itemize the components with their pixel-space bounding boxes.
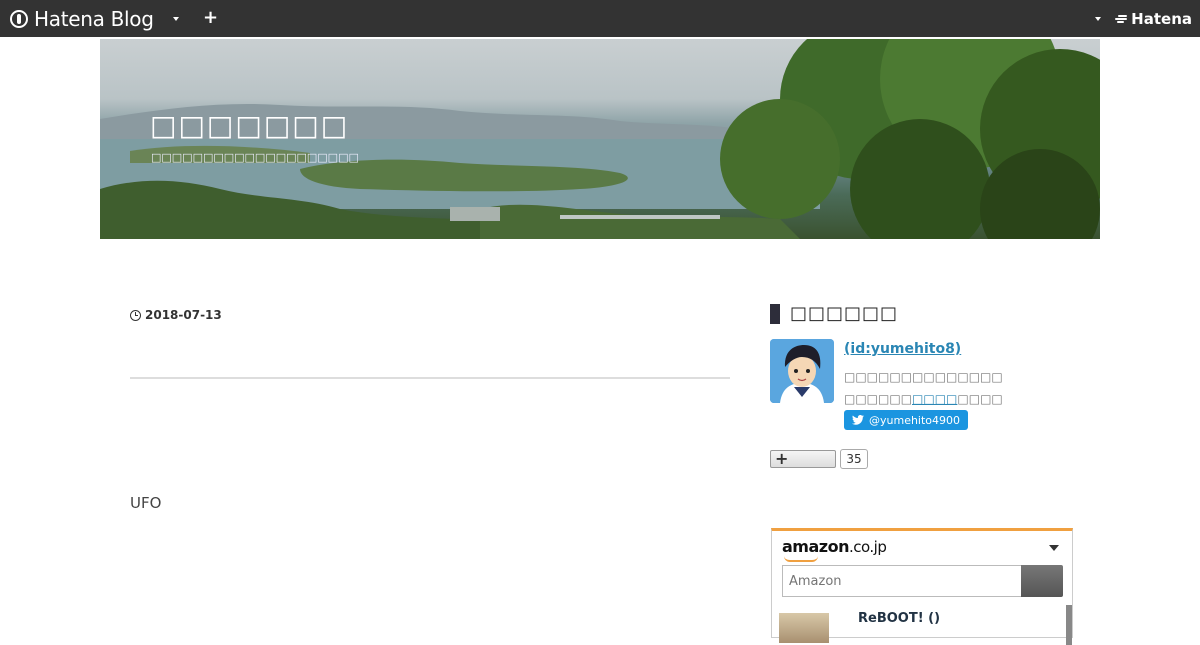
twitter-handle: @yumehito4900: [869, 413, 961, 427]
twitter-bird-icon: [852, 415, 864, 425]
amazon-dropdown-icon[interactable]: [1049, 545, 1059, 551]
entry-divider: [130, 377, 730, 379]
profile-line2-post: □□□□: [957, 392, 1003, 406]
hatena-mark-icon: [1115, 14, 1128, 24]
hatena-brand-link[interactable]: Hatena: [1115, 10, 1192, 28]
user-menu-caret-icon[interactable]: [1095, 17, 1101, 21]
global-header: Hatena Blog + Hatena: [0, 0, 1200, 37]
hatena-brand-text: Hatena: [1131, 10, 1192, 28]
logo-text: Hatena Blog: [34, 7, 154, 31]
blog-title[interactable]: □□□□□□□: [150, 109, 349, 142]
amazon-smile-icon: [784, 556, 818, 562]
new-post-button[interactable]: +: [203, 8, 218, 28]
blog-description: □□□□□□□□□□□□□□□□□□□□: [151, 151, 359, 164]
profile-inline-link[interactable]: □□□□: [912, 392, 957, 406]
profile-heading-text: □□□□□□: [790, 303, 899, 324]
hatena-blog-logo[interactable]: Hatena Blog: [10, 7, 154, 31]
amazon-search-button[interactable]: [1021, 565, 1063, 597]
amazon-logo: amazon.co.jp: [782, 537, 887, 556]
amazon-scrollbar[interactable]: [1066, 605, 1072, 645]
profile-module-heading: □□□□□□: [770, 303, 898, 324]
reader-follow-button[interactable]: +: [770, 449, 836, 468]
profile-line2-pre: □□□□□□: [844, 392, 913, 406]
avatar-illustration: [770, 339, 834, 403]
amazon-search-widget: amazon.co.jp ReBOOT! (): [771, 528, 1073, 645]
amazon-logo-text: amazon: [782, 537, 849, 556]
blog-menu-caret-icon[interactable]: [173, 17, 179, 21]
plus-icon: +: [775, 449, 789, 468]
blog-header-banner: □□□□□□□ □□□□□□□□□□□□□□□□□□□□: [100, 39, 1100, 239]
entry-body: UFO: [130, 494, 162, 512]
profile-id-link[interactable]: (id:yumehito8): [844, 341, 961, 357]
entry-date-text: 2018-07-13: [145, 308, 222, 322]
follower-count-badge[interactable]: 35: [840, 449, 868, 469]
profile-description-line1: □□□□□□□□□□□□□□: [844, 370, 1003, 384]
hatena-logo-icon: [10, 10, 28, 28]
amazon-item-title[interactable]: ReBOOT! (): [858, 611, 940, 626]
twitter-follow-button[interactable]: @yumehito4900: [844, 410, 969, 430]
heading-accent-bar: [770, 303, 780, 324]
profile-description-line2: □□□□□□□□□□□□□□: [844, 392, 1003, 406]
entry-date[interactable]: 2018-07-13: [130, 308, 222, 322]
amazon-search-input[interactable]: [782, 565, 1022, 597]
amazon-item-thumbnail[interactable]: [779, 613, 829, 643]
amazon-logo-suffix: .co.jp: [848, 538, 887, 556]
avatar[interactable]: [770, 339, 834, 403]
clock-icon: [130, 309, 141, 321]
